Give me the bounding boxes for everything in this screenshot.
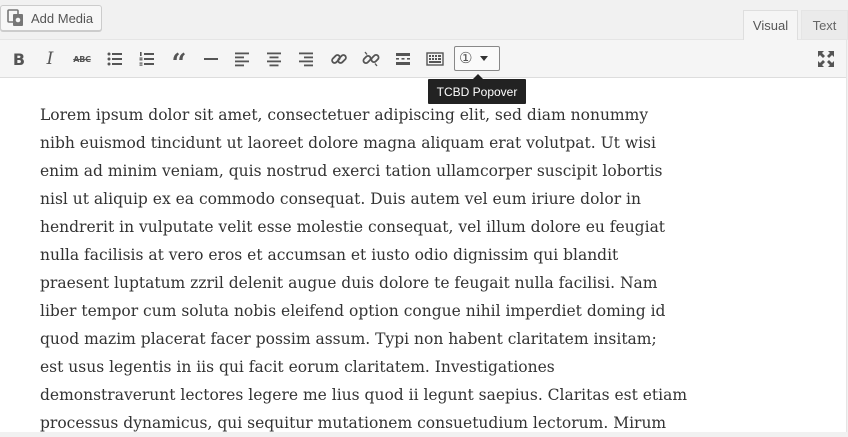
horizontal-line-icon bbox=[204, 58, 218, 60]
add-media-button[interactable]: Add Media bbox=[0, 5, 102, 31]
bold-icon: B bbox=[12, 49, 26, 69]
horizontal-line-button[interactable] bbox=[198, 45, 224, 73]
content-line: nulla facilisis at vero eros et accumsan… bbox=[40, 246, 619, 264]
fullscreen-icon bbox=[818, 51, 834, 67]
insert-link-button[interactable] bbox=[326, 45, 352, 73]
read-more-button[interactable] bbox=[390, 45, 416, 73]
link-icon bbox=[331, 54, 347, 64]
align-left-button[interactable] bbox=[229, 45, 255, 73]
content-line: Lorem ipsum dolor sit amet, consectetuer… bbox=[40, 106, 649, 124]
content-line: hendrerit in vulputate velit esse molest… bbox=[40, 218, 666, 236]
strikethrough-icon: ABC bbox=[73, 54, 91, 64]
align-left-icon bbox=[235, 52, 249, 67]
content-line: nisl ut aliquip ex ea commodo consequat.… bbox=[40, 190, 641, 208]
align-right-icon bbox=[299, 52, 313, 67]
align-center-button[interactable] bbox=[261, 45, 287, 73]
numbered-list-icon bbox=[139, 52, 154, 66]
toolbar-toggle-button[interactable] bbox=[422, 45, 448, 73]
read-more-icon bbox=[396, 53, 410, 65]
tab-text[interactable]: Text bbox=[801, 10, 848, 40]
blockquote-icon: “ bbox=[171, 48, 187, 79]
content-line: enim ad minim veniam, quis nostrud exerc… bbox=[40, 162, 663, 180]
editor-header: Add Media Visual Text bbox=[0, 0, 848, 40]
align-center-icon bbox=[267, 52, 281, 67]
remove-link-button[interactable] bbox=[358, 45, 384, 73]
tcbd-popover-select[interactable]: ① bbox=[454, 46, 500, 71]
keyboard-icon bbox=[426, 52, 444, 66]
align-right-button[interactable] bbox=[293, 45, 319, 73]
tcbd-icon: ① bbox=[459, 49, 473, 67]
editor-area: B I ABC “ ① Lorem ipsum dolor sit amet, … bbox=[0, 39, 847, 432]
chevron-down-icon bbox=[480, 56, 489, 61]
content-line: praesent luptatum zzril delenit augue du… bbox=[40, 274, 658, 292]
content-line: quod mazim placerat facer possim assum. … bbox=[40, 330, 657, 348]
numbered-list-button[interactable] bbox=[134, 45, 160, 73]
italic-button[interactable]: I bbox=[37, 45, 63, 73]
content-line: nibh euismod tincidunt ut laoreet dolore… bbox=[40, 134, 656, 152]
bold-button[interactable]: B bbox=[6, 45, 32, 73]
post-content-text[interactable]: Lorem ipsum dolor sit amet, consectetuer… bbox=[40, 101, 710, 437]
tcbd-popover-tooltip: TCBD Popover bbox=[428, 74, 526, 104]
add-media-label: Add Media bbox=[31, 10, 94, 26]
tab-visual[interactable]: Visual bbox=[743, 10, 798, 40]
tooltip-arrow bbox=[473, 74, 483, 79]
unlink-icon bbox=[362, 51, 380, 67]
formatting-toolbar: B I ABC “ ① bbox=[0, 40, 846, 78]
bulleted-list-button[interactable] bbox=[102, 45, 128, 73]
fullscreen-button[interactable] bbox=[813, 45, 839, 73]
italic-icon: I bbox=[46, 49, 54, 69]
strikethrough-button[interactable]: ABC bbox=[69, 45, 95, 73]
content-line: processus dynamicus, qui sequitur mutati… bbox=[40, 414, 667, 432]
content-line: liber tempor cum soluta nobis eleifend o… bbox=[40, 302, 666, 320]
media-icon bbox=[7, 9, 23, 26]
tooltip-text: TCBD Popover bbox=[436, 84, 518, 99]
content-line: est usus legentis in iis qui facit eorum… bbox=[40, 358, 555, 376]
content-line: demonstraverunt lectores legere me lius … bbox=[40, 386, 688, 404]
blockquote-button[interactable]: “ bbox=[166, 45, 192, 77]
bullet-list-icon bbox=[107, 52, 122, 66]
